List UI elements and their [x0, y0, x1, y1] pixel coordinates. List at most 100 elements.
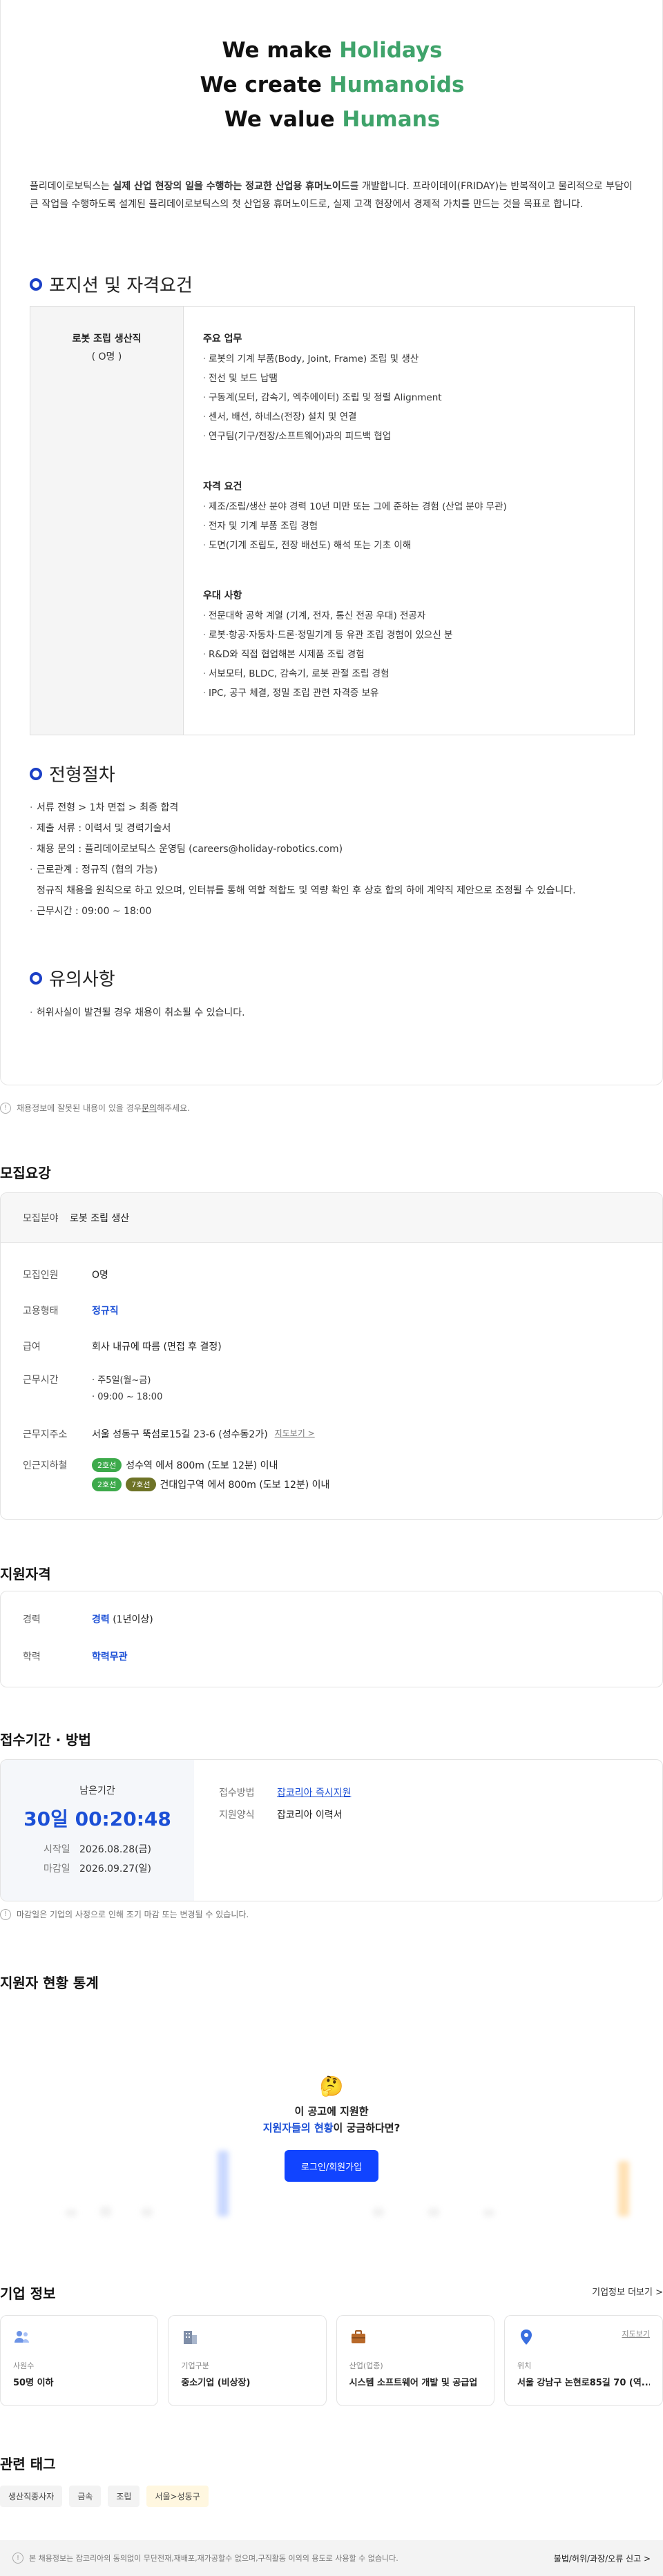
tag-list: 생산직종사자 금속 조립 서울>성동구: [0, 2486, 209, 2507]
company-card-type: 기업구분 중소기업 (비상장): [168, 2315, 327, 2406]
recruit-table: 모집분야 로봇 조립 생산 모집인원 O명 고용형태 정규직 급여 회사 내규에…: [0, 1192, 663, 1520]
row-label: 근무지주소: [23, 1429, 68, 1440]
method-row: 접수방법 잡코리아 즉시지원: [219, 1783, 352, 1803]
list-item: 제출 서류 : 이력서 및 경력기술서: [30, 818, 637, 839]
section-bullet-icon: [30, 767, 42, 780]
company-card-industry: 산업(업종) 시스템 소프트웨어 개발 및 공급업: [336, 2315, 494, 2406]
period-heading: 접수기간 · 방법: [0, 1732, 91, 1748]
duties-group: 주요 업무 로봇의 기계 부품(Body, Joint, Frame) 조립 및…: [203, 330, 634, 446]
company-card-location: 지도보기 위치 서울 강남구 논현로85길 70 (역...: [503, 2315, 663, 2406]
section-bullet-icon: [30, 971, 42, 985]
position-count: ( O명 ): [91, 351, 122, 362]
date-label: 마감일: [44, 1863, 70, 1875]
applicant-stats: 🤔 이 공고에 지원한 지원자들의 현황이 궁금하다면? 로그인/회원가입: [0, 2002, 663, 2258]
recruit-heading: 모집요강: [0, 1165, 51, 1181]
recruit-field-row: 모집분야 로봇 조립 생산: [1, 1193, 662, 1243]
list-item: 로봇의 기계 부품(Body, Joint, Frame) 조립 및 생산: [203, 349, 634, 369]
recruit-people-row: 모집인원 O명: [23, 1268, 108, 1281]
row-value: 잡코리아 이력서: [277, 1810, 343, 1821]
tag-item[interactable]: 금속: [69, 2486, 102, 2507]
end-date-row: 마감일 2026.09.27(일): [1, 1859, 194, 1879]
group-title: 우대 사항: [203, 590, 242, 601]
tag-item[interactable]: 조립: [108, 2486, 140, 2507]
footer-bar: ! 본 채용정보는 잡코리아의 동의없이 무단전재,재배포,재가공할수 없으며,…: [0, 2540, 663, 2576]
map-link[interactable]: 지도보기: [622, 2328, 650, 2339]
qualification-box: 경력 경력 (1년이상) 학력 학력무관: [0, 1591, 663, 1687]
list-item: 근무시간 : 09:00 ~ 18:00: [30, 901, 637, 922]
form-row: 지원양식 잡코리아 이력서: [219, 1805, 352, 1825]
card-label: 위치: [517, 2361, 532, 2370]
list-item: 제조/조립/생산 분야 경력 10년 미만 또는 그에 준하는 경험 (산업 분…: [203, 497, 634, 516]
row-value: O명: [92, 1270, 108, 1281]
info-icon: !: [12, 2553, 23, 2564]
recruit-hours-row: 근무시간 · 주5일(월~금) · 09:00 ~ 18:00: [23, 1373, 162, 1406]
list-item: 전문대학 공학 계열 (기계, 전자, 통신 전공 우대) 전공자: [203, 606, 634, 626]
briefcase-icon: [351, 2330, 365, 2343]
position-name-cell: 로봇 조립 생산직 ( O명 ): [30, 307, 184, 735]
hero-slogans: We make Holidays We create Humanoids We …: [1, 33, 663, 137]
blurred-bar: [100, 2207, 111, 2216]
date-label: 시작일: [44, 1844, 70, 1855]
login-signup-button[interactable]: 로그인/회원가입: [285, 2150, 378, 2182]
position-name: 로봇 조립 생산직: [72, 333, 142, 345]
correction-link[interactable]: 문의: [142, 1102, 157, 1114]
list-item: 센서, 배선, 하네스(전장) 설치 및 연결: [203, 407, 634, 427]
start-date-row: 시작일 2026.08.28(금): [1, 1840, 194, 1859]
stats-heading: 지원자 현황 통계: [0, 1975, 99, 1991]
period-box: 남은기간 30일 00:20:48 시작일 2026.08.28(금) 마감일 20…: [0, 1759, 663, 1901]
list-item: 구동계(모터, 감속기, 엑추에이터) 조립 및 정렬 Alignment: [203, 388, 634, 407]
hours-days: · 주5일(월~금): [92, 1375, 151, 1386]
company-intro: 플리데이로보틱스는 실제 산업 현장의 일을 수행하는 정교한 산업용 휴머노이…: [30, 181, 633, 210]
card-label: 산업(업종): [349, 2361, 383, 2370]
job-description-card: We make Holidays We create Humanoids We …: [0, 0, 663, 1085]
blurred-bar: [373, 2208, 384, 2216]
card-value: 50명 이하: [13, 2378, 54, 2388]
section-process-header: 전형절차: [30, 761, 115, 786]
report-link[interactable]: 불법/허위/과장/오류 신고 >: [554, 2553, 651, 2564]
row-value: 로봇 조립 생산: [70, 1212, 130, 1224]
remaining-label: 남은기간: [79, 1785, 115, 1797]
subway-text: 성수역 에서 800m (도보 12분) 이내: [126, 1460, 278, 1471]
map-link[interactable]: 지도보기 >: [275, 1427, 315, 1439]
stats-highlight: 지원자들의 현황: [262, 2122, 334, 2134]
location-pin-icon: [520, 2330, 532, 2345]
list-item: 서보모터, BLDC, 감속기, 로봇 관절 조립 경험: [203, 664, 634, 684]
group-title: 자격 요건: [203, 481, 242, 492]
company-more-link[interactable]: 기업정보 더보기 >: [592, 2285, 663, 2298]
page: We make Holidays We create Humanoids We …: [0, 0, 663, 2576]
subway-text: 건대입구역 에서 800m (도보 12분) 이내: [160, 1480, 330, 1491]
apply-link[interactable]: 잡코리아 즉시지원: [277, 1783, 352, 1803]
group-title: 주요 업무: [203, 333, 242, 345]
company-cards: 사원수 50명 이하 기업구분 중소기업 (비상장) 산업(업종) 시스템 소프…: [0, 2315, 663, 2406]
tag-item[interactable]: 생산직종사자: [0, 2486, 63, 2507]
date-value: 2026.08.28(금): [79, 1844, 151, 1855]
section-notes-header: 유의사항: [30, 965, 115, 991]
thinking-face-icon: 🤔: [319, 2075, 344, 2098]
row-value: 서울 성동구 뚝섬로15길 23-6 (성수동2가): [92, 1429, 268, 1440]
card-label: 사원수: [13, 2361, 35, 2370]
deadline-notice: ! 마감일은 기업의 사정으로 인해 조기 마감 또는 변경될 수 있습니다.: [0, 1908, 249, 1920]
requirements-group: 자격 요건 제조/조립/생산 분야 경력 10년 미만 또는 그에 준하는 경험…: [203, 478, 634, 555]
row-label: 인근지하철: [23, 1460, 68, 1471]
footer-notice: ! 본 채용정보는 잡코리아의 동의없이 무단전재,재배포,재가공할수 없으며,…: [12, 2553, 398, 2564]
list-item: 로봇·항공·자동차·드론·정밀기계 등 유관 조립 경험이 있으신 분: [203, 626, 634, 645]
row-label: 지원양식: [219, 1810, 255, 1821]
list-item: 전자 및 기계 부품 조립 경험: [203, 516, 634, 536]
process-note: 정규직 채용을 원칙으로 하고 있으며, 인터뷰를 통해 역할 적합도 및 역량…: [37, 885, 576, 896]
career-value: 경력: [92, 1614, 110, 1625]
position-details: 주요 업무 로봇의 기계 부품(Body, Joint, Frame) 조립 및…: [184, 307, 634, 735]
note-item: 허위사실이 발견될 경우 채용이 취소될 수 있습니다.: [30, 1003, 245, 1023]
tag-item[interactable]: 서울>성동구: [146, 2486, 209, 2507]
list-item: 연구팀(기구/전장/소프트웨어)과의 피드백 협업: [203, 427, 634, 446]
line-badge: 2호선: [92, 1478, 122, 1491]
recruit-pay-row: 급여 회사 내규에 따름 (면접 후 결정): [23, 1339, 222, 1353]
info-icon: !: [0, 1908, 11, 1920]
list-item: IPC, 공구 체결, 정밀 조립 관련 자격증 보유: [203, 684, 634, 703]
building-icon: [184, 2331, 198, 2344]
recruit-subway-row: 인근지하철 2호선 성수역 에서 800m (도보 12분) 이내 2호선 7호…: [23, 1458, 329, 1497]
row-label: 접수방법: [219, 1788, 255, 1799]
blurred-bar: [142, 2208, 153, 2216]
deadline-note-text: 마감일은 기업의 사정으로 인해 조기 마감 또는 변경될 수 있습니다.: [17, 1910, 249, 1919]
card-value: 중소기업 (비상장): [181, 2378, 251, 2388]
list-item: 근로관계 : 정규직 (협의 가능): [30, 860, 637, 880]
